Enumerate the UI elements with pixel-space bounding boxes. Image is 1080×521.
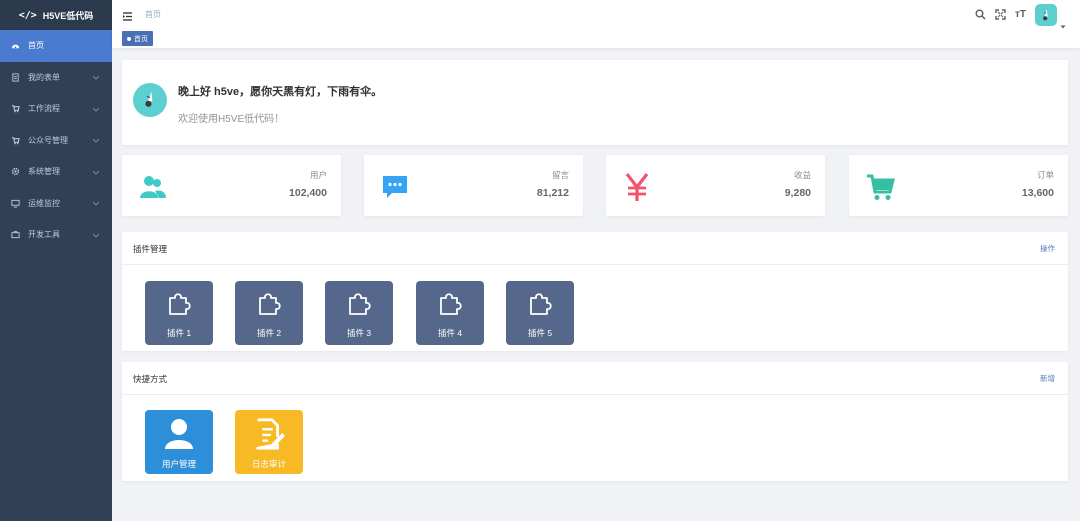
sidebar-item-home[interactable]: 首页: [0, 30, 112, 62]
puzzle-icon: [530, 293, 552, 315]
plugin-label: 插件 4: [437, 328, 463, 338]
stat-label: 留言: [551, 170, 569, 180]
sidebar-item-my-forms[interactable]: 我的表单: [0, 62, 112, 94]
toolbox-icon: [10, 230, 20, 240]
stat-value: 9,280: [784, 187, 811, 199]
font-size-icon[interactable]: тT: [1015, 9, 1026, 20]
tags-view: 首页: [112, 29, 1080, 49]
plugin-tile[interactable]: 插件 5: [506, 281, 574, 345]
plugins-action-link[interactable]: 操作: [1040, 243, 1055, 254]
plugin-label: 插件 1: [166, 328, 192, 338]
plugin-tile[interactable]: 插件 1: [145, 281, 213, 345]
stat-value: 81,212: [536, 187, 569, 199]
shortcut-log-audit[interactable]: 日志审计: [235, 410, 303, 474]
sidebar-item-label: 运维监控: [28, 198, 60, 208]
stat-card-messages[interactable]: 留言 81,212: [364, 155, 583, 216]
avatar: [133, 83, 167, 117]
plugin-tile[interactable]: 插件 3: [325, 281, 393, 345]
welcome-subtitle: 欢迎使用H5VE低代码！: [178, 114, 285, 125]
welcome-greeting: 晚上好 h5ve，愿你天黑有灯，下雨有伞。: [178, 86, 383, 98]
shopping-cart-icon: [864, 171, 896, 203]
hamburger-icon[interactable]: [122, 9, 133, 21]
shortcut-user-management[interactable]: 用户管理: [145, 410, 213, 474]
sidebar-item-system[interactable]: 系统管理: [0, 156, 112, 188]
monitor-icon: [10, 198, 20, 208]
stat-value: 102,400: [289, 187, 327, 199]
stat-label: 订单: [1036, 170, 1054, 180]
sidebar-item-label: 系统管理: [28, 167, 60, 177]
panel-title: 插件管理: [133, 244, 168, 254]
sidebar-item-dev-tools[interactable]: 开发工具: [0, 219, 112, 251]
plugin-label: 插件 5: [527, 328, 553, 338]
dashboard-icon: [10, 41, 20, 51]
log-edit-icon: [250, 415, 288, 453]
app-title: H5VE低代码: [42, 10, 94, 21]
stat-label: 用户: [309, 170, 327, 180]
code-brackets-icon: </>: [18, 9, 37, 21]
form-icon: [10, 72, 20, 82]
welcome-card: 晚上好 h5ve，愿你天黑有灯，下雨有伞。 欢迎使用H5VE低代码！: [122, 60, 1068, 145]
puzzle-icon: [349, 293, 371, 315]
plugin-label: 插件 2: [256, 328, 282, 338]
shortcuts-panel: 快捷方式 新增 用户管理 日志审计: [122, 362, 1068, 481]
user-icon: [160, 415, 198, 453]
fullscreen-icon[interactable]: [995, 9, 1006, 20]
active-dot-icon: [127, 36, 131, 41]
panel-header: 插件管理 操作: [122, 232, 1068, 265]
chevron-down-icon: [92, 105, 100, 113]
chevron-down-icon: [92, 231, 100, 239]
stat-label: 收益: [793, 170, 811, 180]
sidebar-item-label: 我的表单: [28, 72, 60, 82]
app-logo[interactable]: </> H5VE低代码: [0, 0, 112, 30]
stat-card-orders[interactable]: 订单 13,600: [849, 155, 1068, 216]
caret-down-icon[interactable]: [1060, 17, 1066, 28]
tag-label: 首页: [134, 35, 148, 43]
chevron-down-icon: [92, 136, 100, 144]
panel-header: 快捷方式 新增: [122, 362, 1068, 395]
stat-value: 13,600: [1021, 187, 1054, 199]
stat-card-users[interactable]: 用户 102,400: [122, 155, 341, 216]
plugin-tile[interactable]: 插件 2: [235, 281, 303, 345]
sidebar-item-monitor[interactable]: 运维监控: [0, 188, 112, 220]
plugins-panel: 插件管理 操作 插件 1 插件 2 插件 3 插件 4 插件 5: [122, 232, 1068, 351]
shortcut-label: 日志审计: [251, 459, 286, 469]
plugin-tile[interactable]: 插件 4: [416, 281, 484, 345]
breadcrumb: 首页: [145, 10, 161, 19]
sidebar-item-label: 首页: [28, 41, 44, 51]
stat-card-revenue[interactable]: 收益 9,280: [606, 155, 825, 216]
sidebar-item-label: 开发工具: [28, 230, 60, 240]
panel-title: 快捷方式: [133, 374, 168, 384]
sidebar-item-official-account[interactable]: 公众号管理: [0, 125, 112, 157]
top-navbar: 首页 тT: [112, 0, 1080, 29]
cart-icon: [10, 135, 20, 145]
avatar[interactable]: [1035, 3, 1057, 26]
chevron-down-icon: [92, 168, 100, 176]
cart-icon: [10, 104, 20, 114]
chevron-down-icon: [92, 199, 100, 207]
users-icon: [137, 171, 169, 203]
puzzle-icon: [440, 293, 462, 315]
search-icon[interactable]: [975, 9, 986, 20]
chevron-down-icon: [92, 73, 100, 81]
message-icon: [379, 171, 411, 203]
shortcut-label: 用户管理: [161, 459, 196, 469]
sidebar-item-label: 工作流程: [28, 104, 60, 114]
sidebar-item-label: 公众号管理: [28, 135, 68, 145]
puzzle-icon: [169, 293, 191, 315]
sidebar: </> H5VE低代码 首页 我的表单 工作流程 公众号管理 系统管理 运维监控…: [0, 0, 112, 521]
shortcuts-add-link[interactable]: 新增: [1040, 373, 1055, 384]
yen-icon: [621, 171, 653, 203]
sidebar-item-workflow[interactable]: 工作流程: [0, 93, 112, 125]
gear-icon: [10, 167, 20, 177]
plugin-label: 插件 3: [346, 328, 372, 338]
puzzle-icon: [259, 293, 281, 315]
tag-home[interactable]: 首页: [122, 31, 153, 46]
